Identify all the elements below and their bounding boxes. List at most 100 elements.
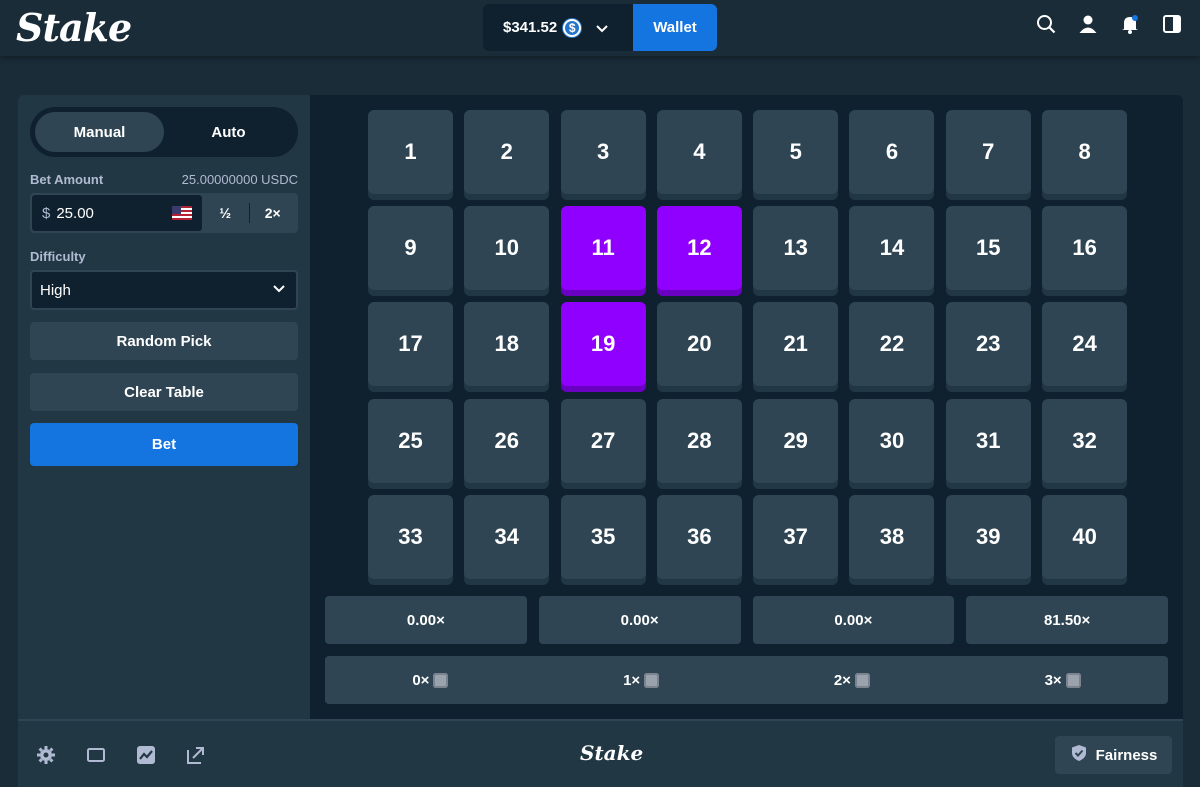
gem-icon: [644, 672, 660, 688]
tab-manual[interactable]: Manual: [35, 112, 164, 152]
tile-24[interactable]: 24: [1042, 302, 1128, 387]
bet-amount-label: Bet Amount: [30, 172, 104, 187]
tile-32[interactable]: 32: [1042, 398, 1128, 483]
tile-14[interactable]: 14: [849, 206, 935, 291]
live-stats-icon[interactable]: [136, 745, 156, 765]
tile-20[interactable]: 20: [656, 302, 742, 387]
bet-amount-input[interactable]: $ 25.00: [32, 195, 202, 231]
tile-6[interactable]: 6: [849, 110, 935, 194]
hit-count: 1×: [536, 656, 747, 704]
footer-icons: [36, 745, 206, 765]
double-bet-button[interactable]: 2×: [250, 195, 297, 231]
tile-9[interactable]: 9: [368, 206, 453, 291]
hit-count-label: 2×: [833, 671, 851, 689]
us-flag-icon: [172, 206, 192, 220]
tile-26[interactable]: 26: [464, 398, 550, 483]
bet-amount-control: $ 25.00 ½ 2×: [30, 193, 298, 233]
tile-4[interactable]: 4: [656, 110, 742, 194]
hit-count-label: 0×: [412, 671, 430, 689]
clear-table-button[interactable]: Clear Table: [30, 373, 298, 411]
sidebar-toggle-icon[interactable]: [1162, 14, 1182, 34]
tile-16[interactable]: 16: [1042, 206, 1128, 291]
payout-multiplier: 0.00×: [752, 596, 955, 644]
tile-12[interactable]: 12: [656, 206, 742, 291]
hit-count: 2×: [747, 656, 958, 704]
tile-2[interactable]: 2: [464, 110, 550, 194]
tile-1[interactable]: 1: [368, 110, 453, 194]
gem-icon: [433, 672, 449, 688]
tile-36[interactable]: 36: [656, 494, 742, 579]
payout-multiplier: 81.50×: [966, 596, 1168, 644]
tile-3[interactable]: 3: [560, 110, 646, 194]
number-grid: 1 2 3 4 5 6 7 8 9 10 11 12 13 14 15 16 17 18 19 20 21 22 23 24 2…: [368, 110, 1128, 584]
balance-wallet-group: $341.52 $ Wallet: [483, 4, 717, 51]
shield-check-icon: [1070, 744, 1088, 766]
stake-logo[interactable]: Stake: [16, 5, 132, 50]
tile-40[interactable]: 40: [1042, 494, 1128, 579]
bet-controls-panel: Manual Auto Bet Amount 25.00000000 USDC …: [18, 95, 310, 719]
balance-amount: $341.52: [503, 19, 558, 36]
mode-toggle: Manual Auto: [30, 107, 298, 157]
bet-amount-crypto: 25.00000000 USDC: [181, 172, 298, 187]
tile-27[interactable]: 27: [560, 398, 646, 483]
hit-count: 3×: [957, 656, 1168, 704]
tile-31[interactable]: 31: [945, 398, 1031, 483]
user-icon[interactable]: [1078, 14, 1098, 34]
tile-18[interactable]: 18: [464, 302, 550, 387]
payout-multiplier: 0.00×: [538, 596, 741, 644]
tile-28[interactable]: 28: [656, 398, 742, 483]
tile-35[interactable]: 35: [560, 494, 646, 579]
tile-5[interactable]: 5: [753, 110, 839, 194]
header-icons: [1036, 14, 1182, 34]
tile-34[interactable]: 34: [464, 494, 550, 579]
usdc-coin-icon: $: [563, 18, 582, 37]
balance-selector[interactable]: $341.52 $: [483, 4, 633, 51]
tile-29[interactable]: 29: [753, 398, 839, 483]
tile-19[interactable]: 19: [560, 302, 646, 387]
tile-7[interactable]: 7: [945, 110, 1031, 194]
hits-row: 0× 1× 2× 3×: [325, 656, 1168, 704]
tab-auto[interactable]: Auto: [164, 112, 293, 152]
difficulty-select[interactable]: High: [30, 270, 298, 310]
tile-23[interactable]: 23: [945, 302, 1031, 387]
hit-count: 0×: [325, 656, 536, 704]
keno-game: Manual Auto Bet Amount 25.00000000 USDC …: [18, 95, 1183, 719]
chevron-down-icon: [595, 21, 609, 35]
fairness-label: Fairness: [1095, 746, 1158, 764]
popout-icon[interactable]: [186, 745, 206, 765]
tile-17[interactable]: 17: [368, 302, 453, 387]
bet-button[interactable]: Bet: [30, 423, 298, 466]
bet-amount-value: 25.00: [56, 204, 94, 222]
bet-amount-label-row: Bet Amount 25.00000000 USDC: [30, 172, 298, 187]
tile-11[interactable]: 11: [560, 206, 646, 291]
tile-21[interactable]: 21: [753, 302, 839, 387]
random-pick-button[interactable]: Random Pick: [30, 322, 298, 360]
settings-gear-icon[interactable]: [36, 745, 56, 765]
gem-icon: [1065, 672, 1081, 688]
tile-25[interactable]: 25: [368, 398, 453, 483]
tile-10[interactable]: 10: [464, 206, 550, 291]
half-bet-button[interactable]: ½: [202, 195, 249, 231]
keno-board: 1 2 3 4 5 6 7 8 9 10 11 12 13 14 15 16 17 18 19 20 21 22 23 24 2…: [310, 95, 1183, 719]
gem-icon: [854, 672, 870, 688]
search-icon[interactable]: [1036, 14, 1056, 34]
tile-13[interactable]: 13: [753, 206, 839, 291]
tile-8[interactable]: 8: [1042, 110, 1128, 194]
tile-22[interactable]: 22: [849, 302, 935, 387]
tile-37[interactable]: 37: [753, 494, 839, 579]
tile-33[interactable]: 33: [368, 494, 453, 579]
theatre-mode-icon[interactable]: [86, 745, 106, 765]
difficulty-value: High: [40, 281, 71, 299]
hit-count-label: 3×: [1044, 671, 1062, 689]
tile-15[interactable]: 15: [945, 206, 1031, 291]
tile-30[interactable]: 30: [849, 398, 935, 483]
tile-38[interactable]: 38: [849, 494, 935, 579]
fairness-button[interactable]: Fairness: [1055, 736, 1172, 774]
footer-stake-logo: Stake: [580, 741, 644, 765]
game-footer: Stake Fairness: [18, 719, 1183, 787]
notification-bell-icon[interactable]: [1120, 14, 1140, 34]
tile-39[interactable]: 39: [945, 494, 1031, 579]
currency-symbol: $: [42, 204, 51, 222]
wallet-button[interactable]: Wallet: [633, 4, 717, 51]
payout-multiplier: 0.00×: [325, 596, 527, 644]
